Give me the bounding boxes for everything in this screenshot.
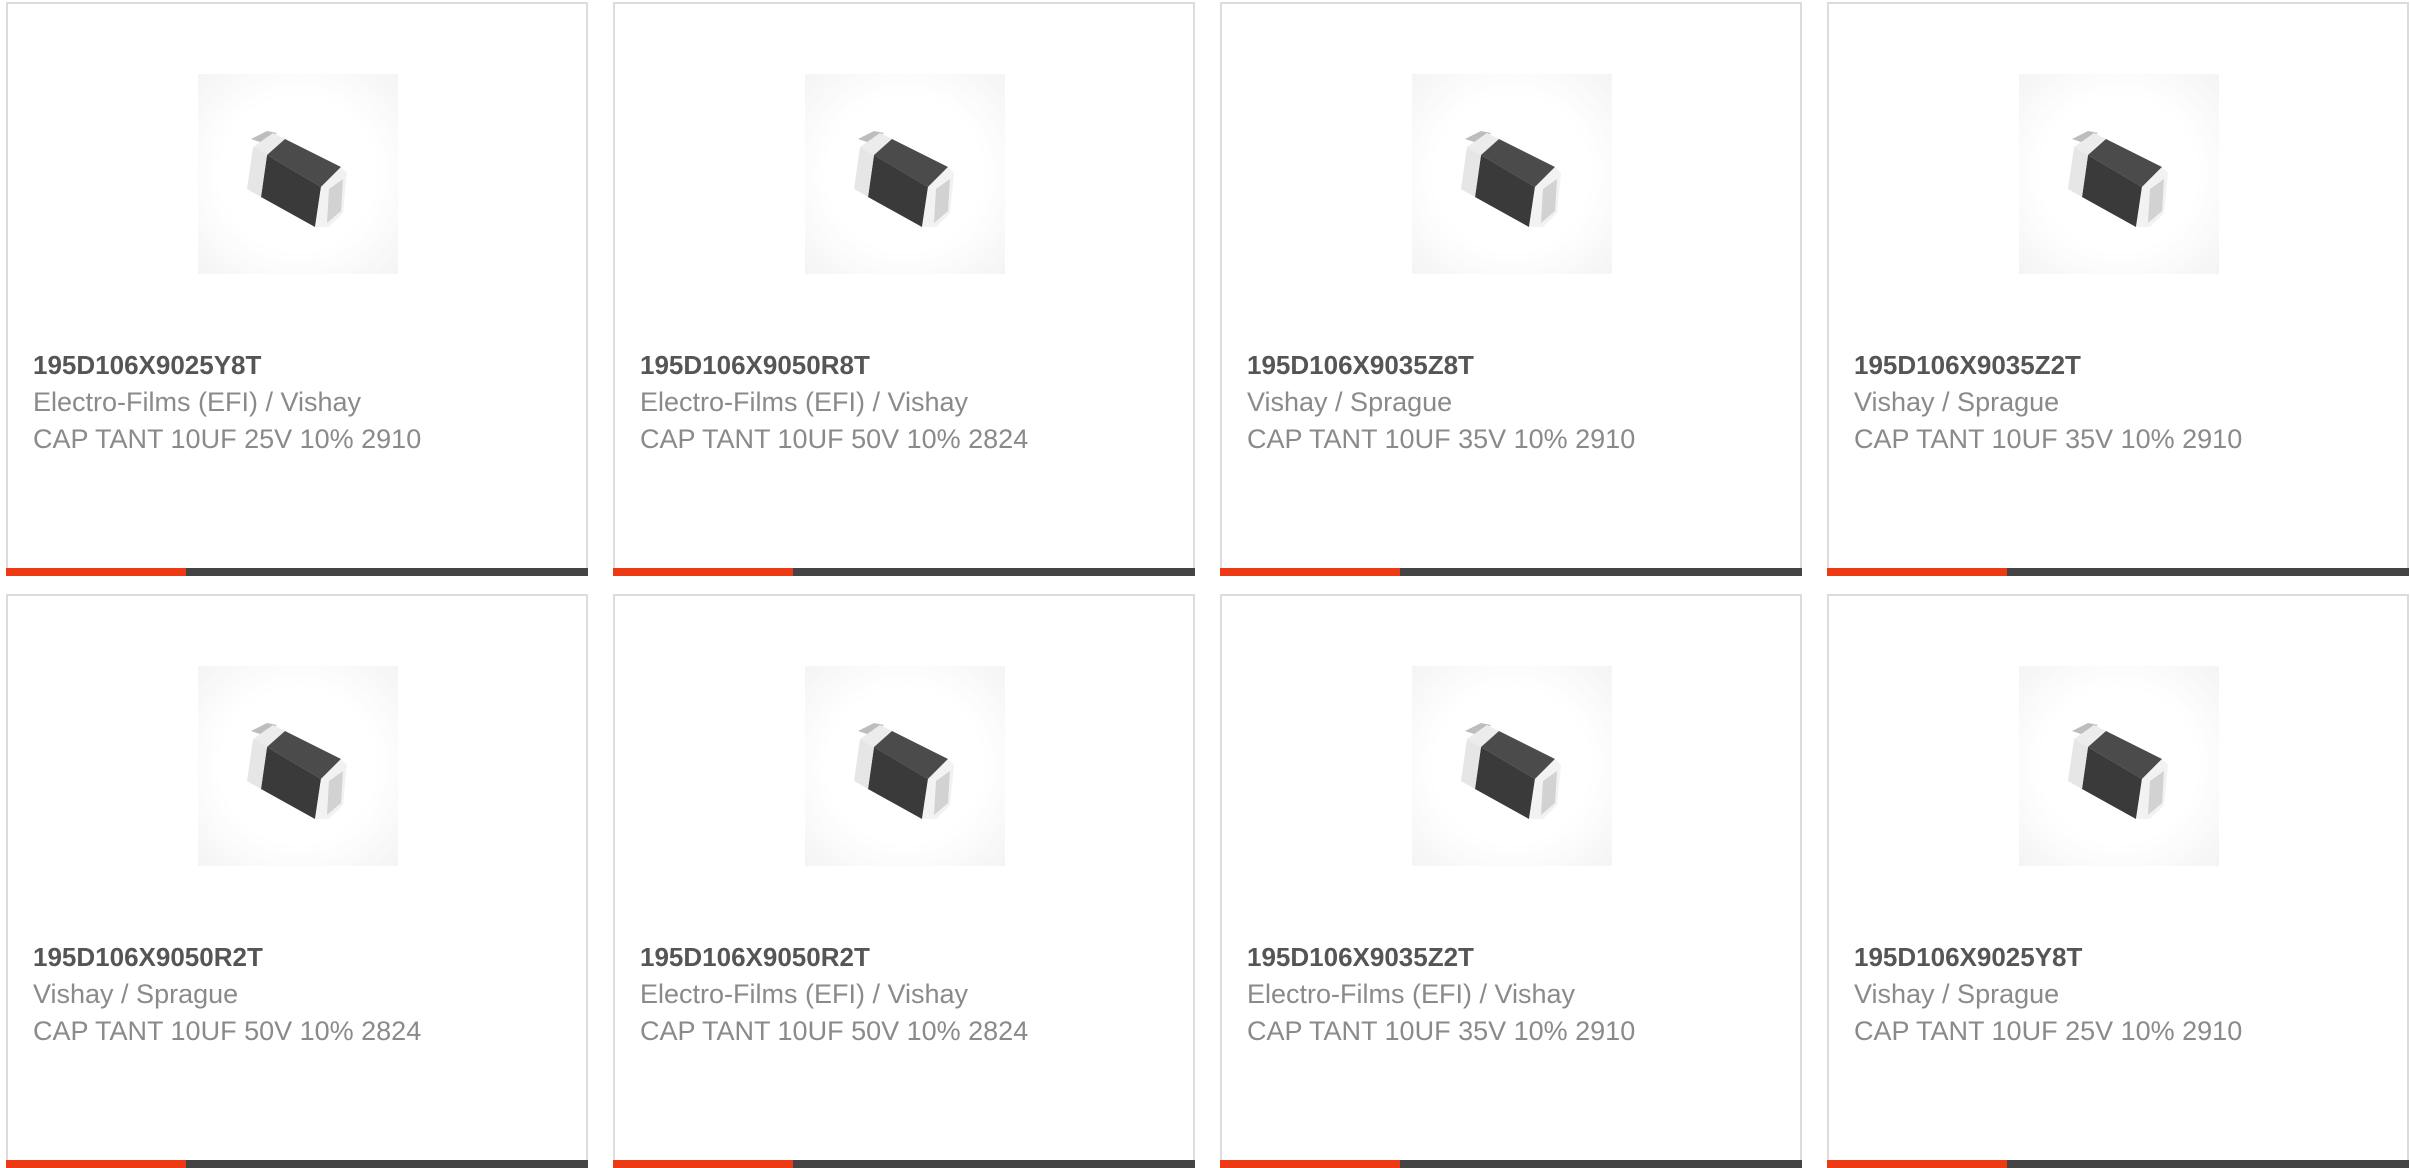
manufacturer: Electro-Films (EFI) / Vishay [640,387,969,417]
tantalum-capacitor-icon [1461,131,1561,227]
card-bottom-bar [1827,568,2409,576]
part-number[interactable]: 195D106X9035Z2T [1854,347,2387,384]
description: CAP TANT 10UF 25V 10% 2910 [33,424,422,454]
product-image[interactable] [2019,666,2219,866]
card-bottom-bar [6,568,588,576]
tantalum-capacitor-icon [247,723,347,819]
product-card[interactable]: 195D106X9025Y8T Electro-Films (EFI) / Vi… [6,2,588,576]
product-image[interactable] [1412,74,1612,274]
product-info: 195D106X9035Z2T Vishay / Sprague CAP TAN… [1854,347,2387,458]
product-info: 195D106X9025Y8T Electro-Films (EFI) / Vi… [33,347,566,458]
part-number[interactable]: 195D106X9050R8T [640,347,1173,384]
product-card[interactable]: 195D106X9025Y8T Vishay / Sprague CAP TAN… [1827,594,2409,1168]
product-card[interactable]: 195D106X9035Z2T Vishay / Sprague CAP TAN… [1827,2,2409,576]
part-number[interactable]: 195D106X9050R2T [33,939,566,976]
card-bottom-bar [1220,1160,1802,1168]
card-accent-bar [1827,1160,2008,1168]
card-accent-bar [6,568,187,576]
product-image[interactable] [198,74,398,274]
product-card[interactable]: 195D106X9035Z2T Electro-Films (EFI) / Vi… [1220,594,1802,1168]
card-accent-bar [613,1160,794,1168]
product-card[interactable]: 195D106X9050R2T Electro-Films (EFI) / Vi… [613,594,1195,1168]
product-info: 195D106X9050R8T Electro-Films (EFI) / Vi… [640,347,1173,458]
description: CAP TANT 10UF 50V 10% 2824 [640,1016,1029,1046]
description: CAP TANT 10UF 35V 10% 2910 [1854,424,2243,454]
manufacturer: Vishay / Sprague [1854,387,2060,417]
part-number[interactable]: 195D106X9035Z8T [1247,347,1780,384]
description: CAP TANT 10UF 35V 10% 2910 [1247,1016,1636,1046]
tantalum-capacitor-icon [2068,723,2168,819]
product-image[interactable] [2019,74,2219,274]
tantalum-capacitor-icon [2068,131,2168,227]
product-card[interactable]: 195D106X9035Z8T Vishay / Sprague CAP TAN… [1220,2,1802,576]
card-accent-bar [6,1160,187,1168]
card-bottom-bar [613,568,1195,576]
product-info: 195D106X9035Z2T Electro-Films (EFI) / Vi… [1247,939,1780,1050]
product-image[interactable] [198,666,398,866]
manufacturer: Electro-Films (EFI) / Vishay [640,979,969,1009]
card-accent-bar [1220,568,1401,576]
tantalum-capacitor-icon [247,131,347,227]
product-info: 195D106X9050R2T Vishay / Sprague CAP TAN… [33,939,566,1050]
description: CAP TANT 10UF 50V 10% 2824 [33,1016,422,1046]
description: CAP TANT 10UF 35V 10% 2910 [1247,424,1636,454]
manufacturer: Vishay / Sprague [33,979,239,1009]
card-bottom-bar [1220,568,1802,576]
product-card[interactable]: 195D106X9050R8T Electro-Films (EFI) / Vi… [613,2,1195,576]
product-card[interactable]: 195D106X9050R2T Vishay / Sprague CAP TAN… [6,594,588,1168]
card-accent-bar [613,568,794,576]
product-grid: 195D106X9025Y8T Electro-Films (EFI) / Vi… [6,2,2409,1168]
product-image[interactable] [805,74,1005,274]
manufacturer: Vishay / Sprague [1854,979,2060,1009]
part-number[interactable]: 195D106X9035Z2T [1247,939,1780,976]
card-accent-bar [1827,568,2008,576]
part-number[interactable]: 195D106X9025Y8T [1854,939,2387,976]
product-info: 195D106X9050R2T Electro-Films (EFI) / Vi… [640,939,1173,1050]
tantalum-capacitor-icon [1461,723,1561,819]
tantalum-capacitor-icon [854,723,954,819]
product-info: 195D106X9035Z8T Vishay / Sprague CAP TAN… [1247,347,1780,458]
manufacturer: Electro-Films (EFI) / Vishay [1247,979,1576,1009]
description: CAP TANT 10UF 50V 10% 2824 [640,424,1029,454]
part-number[interactable]: 195D106X9025Y8T [33,347,566,384]
card-bottom-bar [613,1160,1195,1168]
card-accent-bar [1220,1160,1401,1168]
product-image[interactable] [1412,666,1612,866]
card-bottom-bar [6,1160,588,1168]
tantalum-capacitor-icon [854,131,954,227]
part-number[interactable]: 195D106X9050R2T [640,939,1173,976]
manufacturer: Vishay / Sprague [1247,387,1453,417]
card-bottom-bar [1827,1160,2409,1168]
product-info: 195D106X9025Y8T Vishay / Sprague CAP TAN… [1854,939,2387,1050]
manufacturer: Electro-Films (EFI) / Vishay [33,387,362,417]
description: CAP TANT 10UF 25V 10% 2910 [1854,1016,2243,1046]
product-image[interactable] [805,666,1005,866]
